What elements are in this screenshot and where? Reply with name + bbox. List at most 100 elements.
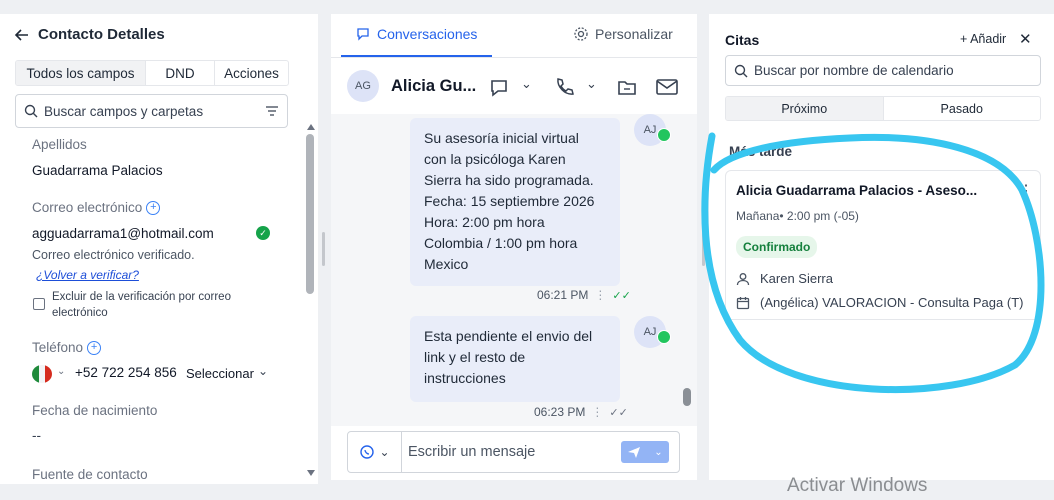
- chat-channel-icon[interactable]: [488, 76, 510, 98]
- appointment-calendar: (Angélica) VALORACION - Consulta Paga (T…: [760, 295, 1024, 310]
- conversation-panel: Conversaciones Personalizar AG Alicia Gu…: [331, 14, 697, 480]
- appointment-calendar-row: (Angélica) VALORACION - Consulta Paga (T…: [736, 295, 1023, 310]
- email-verified-text: Correo electrónico verificado.: [32, 248, 195, 262]
- whatsapp-icon: [657, 330, 671, 344]
- message-time-row: 06:23 PM ⋮ ✓✓: [534, 405, 628, 419]
- resize-handle[interactable]: [702, 232, 705, 266]
- phone-value[interactable]: +52 722 254 856: [75, 365, 177, 380]
- resize-handle[interactable]: [322, 232, 325, 266]
- exclude-verification-checkbox[interactable]: [33, 298, 45, 310]
- more-options-icon[interactable]: ⋮: [1018, 181, 1034, 201]
- message-text: Su asesoría inicial virtual con la psicó…: [424, 130, 595, 272]
- appointments-panel: Citas + Añadir ✕ Buscar por nombre de ca…: [709, 14, 1054, 480]
- calendar-search-placeholder: Buscar por nombre de calendario: [754, 63, 954, 78]
- add-email-icon[interactable]: +: [146, 200, 161, 215]
- tab-upcoming[interactable]: Próximo: [726, 97, 884, 120]
- section-heading: Más tarde: [729, 144, 793, 159]
- chevron-down-icon[interactable]: ⌄: [586, 76, 597, 92]
- contact-name: Alicia Gu...: [391, 77, 477, 95]
- gear-icon: [574, 27, 588, 41]
- chat-icon: [357, 28, 369, 41]
- scroll-up-icon[interactable]: [307, 124, 315, 130]
- chevron-down-icon[interactable]: ⌄: [521, 76, 532, 92]
- tab-customize[interactable]: Personalizar: [573, 26, 673, 42]
- mexico-flag-icon[interactable]: [32, 365, 52, 383]
- active-tab-indicator: [341, 55, 492, 57]
- reverify-link[interactable]: ¿Volver a verificar?: [36, 268, 139, 282]
- birth-label: Fecha de nacimiento: [32, 403, 158, 418]
- add-phone-icon[interactable]: +: [87, 340, 102, 355]
- exclude-verification-label: Excluir de la verificación por correo el…: [52, 291, 231, 319]
- search-icon: [734, 64, 748, 77]
- appointments-title: Citas: [725, 32, 760, 48]
- chevron-down-icon[interactable]: ⌄: [654, 447, 662, 458]
- calendar-search-input[interactable]: Buscar por nombre de calendario: [725, 55, 1041, 86]
- fields-search-input[interactable]: Buscar campos y carpetas: [15, 94, 288, 128]
- message-text: Esta pendiente el envio del link y el re…: [424, 328, 593, 386]
- phone-call-icon[interactable]: [553, 76, 575, 98]
- more-dots-icon[interactable]: ⋮: [594, 288, 606, 302]
- verified-check-icon: ✓: [256, 226, 270, 240]
- scrollbar-thumb[interactable]: [683, 388, 691, 406]
- email-value[interactable]: agguadarrama1@hotmail.com: [32, 226, 214, 241]
- filter-icon[interactable]: [265, 104, 279, 118]
- tab-all-fields[interactable]: Todos los campos: [16, 61, 146, 85]
- scrollbar-thumb[interactable]: [306, 134, 314, 294]
- message-composer: ⌄ Escribir un mensaje ⌄: [347, 431, 680, 473]
- appointment-tabs: Próximo Pasado: [725, 96, 1041, 121]
- appointment-person: Karen Sierra: [760, 271, 833, 286]
- tab-actions[interactable]: Acciones: [215, 61, 288, 85]
- user-icon: [736, 272, 750, 285]
- panel-header: Contacto Detalles: [14, 26, 165, 43]
- scroll-down-icon[interactable]: [307, 470, 315, 476]
- appointment-card[interactable]: Alicia Guadarrama Palacios - Aseso... ⋮ …: [725, 170, 1041, 320]
- country-chevron-icon[interactable]: ⌄: [57, 366, 65, 377]
- message-time: 06:23 PM: [534, 405, 586, 419]
- calendar-icon: [736, 296, 750, 309]
- panel-title: Contacto Detalles: [38, 26, 165, 43]
- message-bubble: Su asesoría inicial virtual con la psicó…: [410, 118, 620, 286]
- search-placeholder: Buscar campos y carpetas: [44, 103, 204, 119]
- send-icon: [628, 447, 641, 458]
- field-tabs: Todos los campos DND Acciones: [15, 60, 289, 86]
- tab-customize-label: Personalizar: [595, 26, 673, 42]
- appointment-time: Mañana• 2:00 pm (-05): [736, 209, 859, 223]
- whatsapp-channel-icon: [360, 445, 375, 459]
- phone-label-row: Teléfono +: [32, 340, 102, 355]
- apellidos-value[interactable]: Guadarrama Palacios: [32, 163, 163, 178]
- message-input[interactable]: Escribir un mensaje: [402, 444, 621, 460]
- close-icon[interactable]: ✕: [1019, 30, 1032, 48]
- windows-activation-watermark: Activar Windows: [787, 475, 928, 496]
- email-label: Correo electrónico: [32, 200, 143, 215]
- add-appointment-button[interactable]: + Añadir: [960, 32, 1006, 46]
- phone-label: Teléfono: [32, 340, 84, 355]
- message-thread: Su asesoría inicial virtual con la psicó…: [331, 114, 697, 426]
- more-dots-icon[interactable]: ⋮: [591, 405, 603, 419]
- search-icon: [24, 104, 38, 118]
- mail-icon[interactable]: [655, 76, 679, 98]
- message-time-row: 06:21 PM ⋮ ✓✓: [537, 288, 631, 302]
- contact-avatar[interactable]: AG: [347, 70, 379, 102]
- back-arrow-icon[interactable]: [14, 27, 30, 43]
- folder-icon[interactable]: [616, 76, 638, 98]
- message-bubble: Esta pendiente el envio del link y el re…: [410, 316, 620, 402]
- tab-past[interactable]: Pasado: [884, 97, 1041, 120]
- appointment-title: Alicia Guadarrama Palacios - Aseso...: [736, 183, 978, 198]
- phone-type-select[interactable]: Seleccionar: [186, 366, 254, 381]
- chevron-down-icon[interactable]: ⌄: [258, 364, 268, 378]
- tab-conversations[interactable]: Conversaciones: [355, 26, 477, 42]
- whatsapp-icon: [657, 128, 671, 142]
- tab-conversations-label: Conversaciones: [377, 26, 478, 42]
- source-label: Fuente de contacto: [32, 467, 148, 482]
- send-button[interactable]: ⌄: [621, 441, 669, 463]
- channel-select[interactable]: ⌄: [348, 432, 402, 472]
- chevron-down-icon: ⌄: [379, 445, 390, 459]
- status-badge: Confirmado: [736, 236, 818, 258]
- email-label-row: Correo electrónico +: [32, 200, 161, 215]
- appointment-person-row: Karen Sierra: [736, 271, 833, 286]
- read-check-icon: ✓✓: [612, 289, 631, 302]
- tab-dnd[interactable]: DND: [146, 61, 215, 85]
- sent-check-icon: ✓✓: [609, 406, 628, 419]
- apellidos-label: Apellidos: [32, 137, 87, 152]
- birth-value[interactable]: --: [32, 428, 41, 443]
